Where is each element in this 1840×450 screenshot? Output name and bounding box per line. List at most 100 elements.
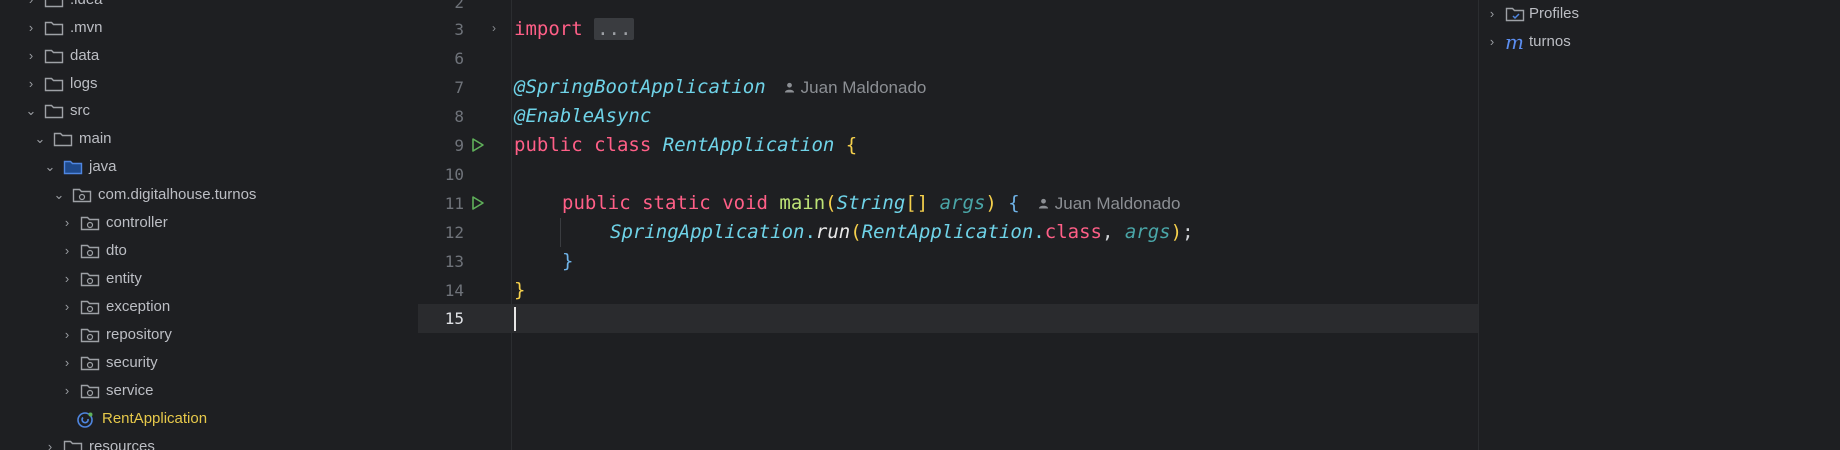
chevron-down-icon[interactable]: ⌄ (41, 153, 59, 181)
tree-item-label: RentApplication (102, 410, 208, 427)
chevron-right-icon[interactable]: › (22, 70, 40, 98)
package-icon (80, 237, 100, 265)
chevron-down-icon[interactable]: ⌄ (50, 181, 68, 209)
run-icon[interactable] (470, 195, 486, 211)
method-name-main: main (779, 192, 826, 214)
person-icon (784, 82, 794, 93)
line-number: 3 (454, 20, 464, 39)
chevron-right-icon[interactable]: › (58, 209, 76, 237)
keyword-import: import (514, 18, 583, 40)
code-editor[interactable]: 2 3 6 7 8 9 10 11 12 13 14 15 › import .… (418, 0, 1478, 450)
chevron-right-icon[interactable]: › (58, 293, 76, 321)
class-rentapplication-ref: RentApplication (861, 221, 1034, 243)
maven-item-label: turnos (1529, 33, 1571, 50)
chevron-right-icon[interactable]: › (58, 265, 76, 293)
chevron-right-icon[interactable]: › (22, 42, 40, 70)
line-number-current: 15 (444, 309, 464, 328)
maven-panel: › Profiles › m turnos (1478, 0, 1840, 450)
source-folder-icon (63, 153, 83, 181)
folder-icon (53, 125, 73, 153)
text-caret (514, 307, 516, 331)
tree-item-dto[interactable]: › dto (58, 237, 127, 265)
tree-item-main[interactable]: ⌄ main (31, 125, 112, 153)
collapsed-imports[interactable]: ... (594, 18, 635, 40)
tree-item-exception[interactable]: › exception (58, 293, 170, 321)
tree-item-logs[interactable]: › logs (22, 70, 98, 98)
comma: , (1101, 221, 1125, 243)
chevron-right-icon[interactable]: › (22, 0, 40, 14)
tree-item-java[interactable]: ⌄ java (41, 153, 117, 181)
line-number: 10 (444, 165, 464, 184)
chevron-right-icon[interactable]: › (58, 321, 76, 349)
tree-item-controller[interactable]: › controller (58, 209, 168, 237)
chevron-right-icon[interactable]: › (58, 377, 76, 405)
tree-item-data[interactable]: › data (22, 42, 99, 70)
open-brace: { (1008, 192, 1020, 214)
project-tree-panel: › .idea › .mvn › data › logs ⌄ src ⌄ main ⌄ jav… (0, 0, 418, 450)
tree-item-label: service (106, 382, 154, 399)
tree-item-label: src (70, 102, 90, 119)
dot: . (1033, 221, 1045, 243)
maven-item-profiles[interactable]: › Profiles (1479, 0, 1579, 28)
code-line-import: import ... (514, 15, 635, 44)
method-run: run (815, 221, 851, 243)
folder-icon (63, 433, 83, 450)
chevron-down-icon[interactable]: ⌄ (31, 125, 49, 153)
tree-item-idea[interactable]: › .idea (22, 0, 103, 14)
code-author-hint[interactable]: Juan Maldonado (784, 78, 927, 97)
keyword-public: public (562, 192, 631, 214)
fold-expand-icon[interactable]: › (492, 21, 496, 35)
line-number: 8 (454, 107, 464, 126)
line-number: 12 (444, 223, 464, 242)
tree-item-label: security (106, 354, 158, 371)
param-args: args (939, 192, 986, 214)
close-brace: } (514, 279, 526, 301)
maven-item-turnos[interactable]: › m turnos (1479, 28, 1571, 56)
tree-item-package-root[interactable]: ⌄ com.digitalhouse.turnos (50, 181, 257, 209)
chevron-right-icon[interactable]: › (58, 349, 76, 377)
code-author-hint[interactable]: Juan Maldonado (1038, 194, 1181, 213)
keyword-class-literal: class (1044, 221, 1102, 243)
chevron-right-icon[interactable]: › (41, 433, 59, 450)
line-number: 9 (454, 136, 464, 155)
code-line-close-method: } (562, 247, 573, 276)
chevron-right-icon[interactable]: › (1485, 0, 1499, 28)
chevron-right-icon[interactable]: › (1485, 28, 1499, 56)
folder-icon (44, 42, 64, 70)
line-number: 11 (444, 194, 464, 213)
folder-icon (44, 0, 64, 14)
package-icon (80, 349, 100, 377)
keyword-class: class (594, 134, 652, 156)
tree-item-repository[interactable]: › repository (58, 321, 172, 349)
tree-item-mvn[interactable]: › .mvn (22, 14, 103, 42)
tree-item-entity[interactable]: › entity (58, 265, 142, 293)
author-name: Juan Maldonado (800, 78, 927, 97)
tree-item-label: exception (106, 298, 171, 315)
maven-item-label: Profiles (1529, 5, 1580, 22)
run-icon[interactable] (470, 137, 486, 153)
tree-item-label: repository (106, 326, 172, 343)
tree-item-rentapplication[interactable]: RentApplication (76, 405, 207, 433)
chevron-right-icon[interactable]: › (22, 14, 40, 42)
tree-item-label: data (70, 47, 100, 64)
author-name: Juan Maldonado (1054, 194, 1181, 213)
package-icon (80, 377, 100, 405)
chevron-down-icon[interactable]: ⌄ (22, 97, 40, 125)
package-icon (72, 181, 92, 209)
keyword-void: void (722, 192, 768, 214)
tree-item-label: java (89, 158, 117, 175)
open-brace: { (845, 134, 858, 156)
paren: ( (825, 192, 837, 214)
dot: . (804, 221, 816, 243)
tree-item-label: resources (89, 438, 155, 450)
tree-item-security[interactable]: › security (58, 349, 158, 377)
folder-icon (44, 97, 64, 125)
tree-item-service[interactable]: › service (58, 377, 154, 405)
annotation-enableasync: @EnableAsync (514, 105, 652, 127)
tree-item-resources[interactable]: › resources (41, 433, 155, 450)
tree-item-src[interactable]: ⌄ src (22, 97, 90, 125)
arg-args: args (1124, 221, 1171, 243)
code-line-annotation-springboot: @SpringBootApplication Juan Maldonado (514, 73, 926, 102)
tree-item-label: main (79, 130, 112, 147)
chevron-right-icon[interactable]: › (58, 237, 76, 265)
